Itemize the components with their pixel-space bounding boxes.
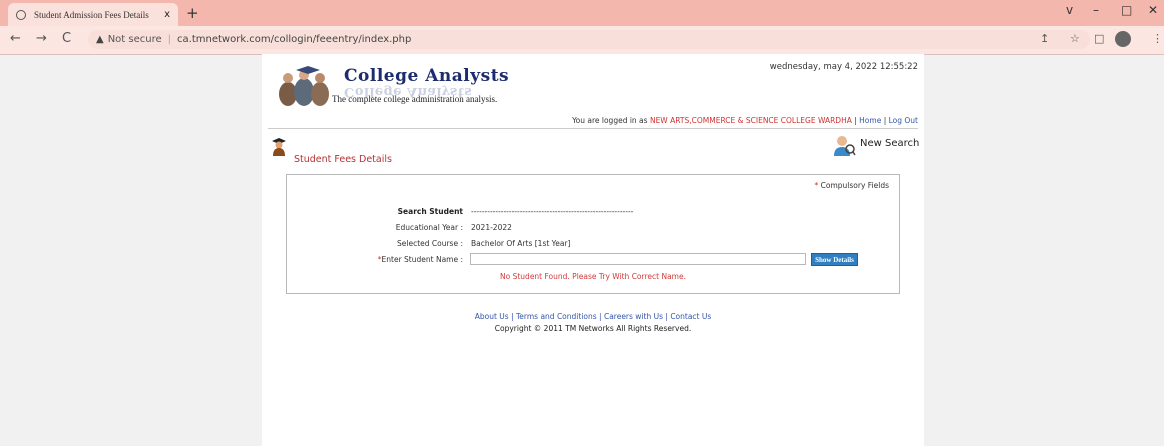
current-datetime: wednesday, may 4, 2022 12:55:22 bbox=[769, 62, 918, 72]
compulsory-note: * Compulsory Fields bbox=[814, 181, 890, 190]
student-name-label: *Enter Student Name : bbox=[377, 255, 463, 264]
show-details-button[interactable]: Show Details bbox=[811, 253, 858, 266]
college-name: NEW ARTS,COMMERCE & SCIENCE COLLEGE WARD… bbox=[649, 116, 852, 125]
menu-icon[interactable]: ⋮ bbox=[1152, 32, 1163, 45]
page-title: Student Fees Details bbox=[294, 154, 392, 165]
tab-search-button[interactable]: v bbox=[1066, 3, 1073, 17]
address-bar: ← → C ▲ Not secure | ca.tmnetwork.com/co… bbox=[0, 26, 1164, 55]
search-student-dashes: ----------------------------------------… bbox=[471, 207, 634, 216]
home-link[interactable]: Home bbox=[859, 116, 881, 125]
terms-link[interactable]: Terms and Conditions bbox=[516, 312, 597, 321]
new-search-icon[interactable] bbox=[832, 134, 856, 156]
college-logo bbox=[274, 64, 332, 108]
brand-name: College Analysts bbox=[344, 66, 510, 86]
forward-button[interactable]: → bbox=[36, 31, 47, 46]
graduate-icon bbox=[272, 138, 286, 156]
maximize-button[interactable]: □ bbox=[1121, 3, 1132, 17]
tab-title: Student Admission Fees Details bbox=[34, 9, 149, 20]
minimize-button[interactable]: – bbox=[1093, 3, 1099, 17]
login-status: You are logged in as NEW ARTS,COMMERCE &… bbox=[572, 116, 918, 125]
profile-avatar[interactable] bbox=[1115, 31, 1131, 47]
new-tab-button[interactable]: + bbox=[186, 4, 199, 22]
copyright: Copyright © 2011 TM Networks All Rights … bbox=[494, 324, 692, 333]
logout-link[interactable]: Log Out bbox=[889, 116, 918, 125]
search-form: * Compulsory Fields Search Student -----… bbox=[286, 174, 900, 294]
page-container: College Analysts College Analysts The co… bbox=[262, 54, 924, 446]
globe-icon bbox=[16, 9, 26, 20]
edu-year-value: 2021-2022 bbox=[471, 223, 512, 232]
reload-button[interactable]: C bbox=[62, 31, 71, 46]
about-us-link[interactable]: About Us bbox=[475, 312, 509, 321]
search-student-label: Search Student bbox=[397, 207, 463, 216]
back-button[interactable]: ← bbox=[10, 31, 21, 46]
browser-tab-bar: Student Admission Fees Details x + v – □… bbox=[0, 0, 1164, 26]
url-field[interactable]: ▲ Not secure | ca.tmnetwork.com/collogin… bbox=[88, 30, 1090, 49]
new-search-link[interactable]: New Search bbox=[860, 138, 919, 149]
header-divider bbox=[268, 128, 918, 129]
close-window-button[interactable]: ✕ bbox=[1148, 3, 1158, 17]
careers-link[interactable]: Careers with Us bbox=[604, 312, 663, 321]
tab-close-button[interactable]: x bbox=[164, 9, 170, 20]
not-secure-label: Not secure bbox=[107, 34, 162, 45]
share-icon[interactable]: ↥ bbox=[1040, 32, 1049, 45]
edu-year-label: Educational Year : bbox=[395, 223, 463, 232]
student-name-input[interactable] bbox=[470, 253, 806, 265]
url-text: ca.tmnetwork.com/collogin/feeentry/index… bbox=[177, 34, 412, 45]
contact-us-link[interactable]: Contact Us bbox=[670, 312, 711, 321]
warning-icon: ▲ bbox=[96, 34, 104, 45]
tagline: The complete college administration anal… bbox=[332, 94, 498, 104]
course-label: Selected Course : bbox=[397, 239, 463, 248]
side-panel-icon[interactable]: □ bbox=[1094, 32, 1104, 45]
browser-tab[interactable]: Student Admission Fees Details x bbox=[8, 3, 178, 26]
course-value: Bachelor Of Arts [1st Year] bbox=[471, 239, 571, 248]
error-message: No Student Found. Please Try With Correc… bbox=[500, 272, 686, 281]
bookmark-star-icon[interactable]: ☆ bbox=[1070, 32, 1080, 45]
footer-links: About Us | Terms and Conditions | Career… bbox=[474, 312, 712, 321]
